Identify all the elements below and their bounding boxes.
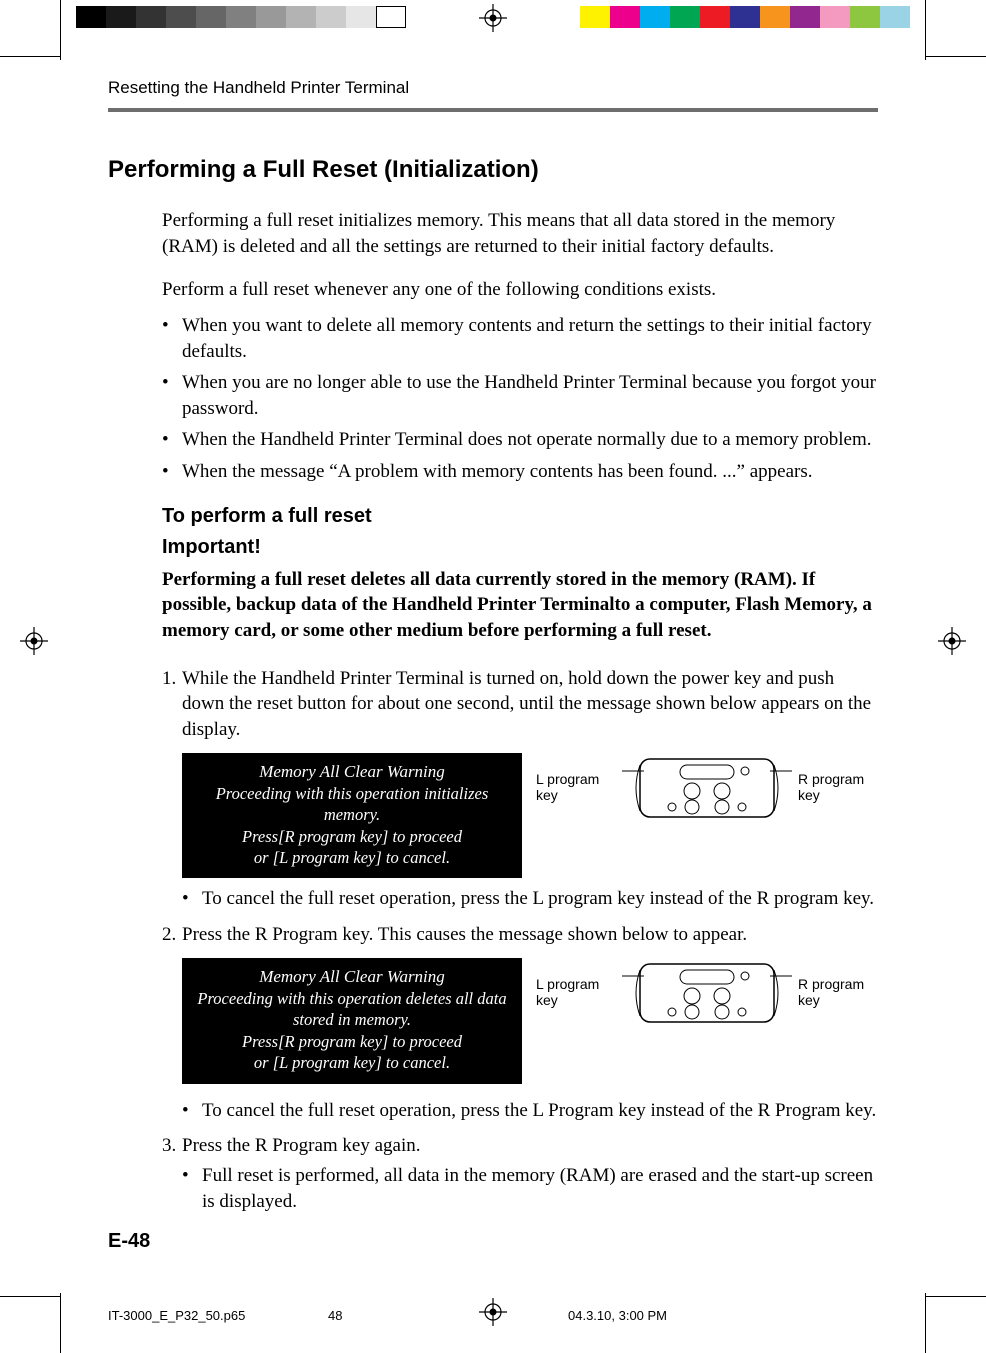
lcd-line: Proceeding with this operation deletes a… bbox=[188, 988, 516, 1009]
color-swatch bbox=[286, 6, 316, 28]
steps-list: While the Handheld Printer Terminal is t… bbox=[162, 666, 878, 1214]
keypad-callout: L program key bbox=[536, 753, 878, 823]
lcd-line: Proceeding with this operation initializ… bbox=[188, 783, 516, 826]
slug-filename: IT-3000_E_P32_50.p65 bbox=[108, 1308, 328, 1323]
list-item: When the Handheld Printer Terminal does … bbox=[162, 427, 878, 453]
keypad-icon bbox=[622, 958, 792, 1028]
figure-row-2: Memory All Clear Warning Proceeding with… bbox=[182, 958, 878, 1084]
print-slug: IT-3000_E_P32_50.p65 48 04.3.10, 3:00 PM bbox=[108, 1308, 878, 1323]
r-program-key-label: R program key bbox=[798, 977, 878, 1008]
color-swatch bbox=[316, 6, 346, 28]
step-text: Press the R Program key. This causes the… bbox=[182, 924, 747, 945]
step-2: Press the R Program key. This causes the… bbox=[162, 922, 878, 1123]
lcd-line: or [L program key] to cancel. bbox=[188, 847, 516, 868]
lcd-line: Memory All Clear Warning bbox=[188, 761, 516, 783]
step-note: To cancel the full reset operation, pres… bbox=[182, 1098, 878, 1124]
color-swatch bbox=[760, 6, 790, 28]
color-swatch bbox=[700, 6, 730, 28]
color-swatch bbox=[580, 6, 610, 28]
lcd-line: Press[R program key] to proceed bbox=[188, 826, 516, 847]
step-3: Press the R Program key again. Full rese… bbox=[162, 1133, 878, 1214]
step-text: While the Handheld Printer Terminal is t… bbox=[182, 668, 871, 740]
step-note: Full reset is performed, all data in the… bbox=[182, 1163, 878, 1214]
procedure-heading: To perform a full reset bbox=[162, 505, 878, 528]
color-swatch bbox=[790, 6, 820, 28]
l-program-key-label: L program key bbox=[536, 772, 616, 803]
lcd-line: stored in memory. bbox=[188, 1009, 516, 1030]
page-body: Resetting the Handheld Printer Terminal … bbox=[108, 78, 878, 1224]
color-swatch bbox=[136, 6, 166, 28]
color-swatch bbox=[376, 6, 406, 28]
registration-mark-icon bbox=[20, 627, 48, 655]
color-swatch bbox=[820, 6, 850, 28]
important-text: Performing a full reset deletes all data… bbox=[162, 567, 878, 644]
crop-mark-icon bbox=[0, 1296, 60, 1297]
crop-mark-icon bbox=[60, 0, 61, 60]
list-item: When the message “A problem with memory … bbox=[162, 459, 878, 485]
color-swatch bbox=[196, 6, 226, 28]
crop-mark-icon bbox=[926, 56, 986, 57]
lcd-line: or [L program key] to cancel. bbox=[188, 1052, 516, 1073]
slug-page: 48 bbox=[328, 1308, 568, 1323]
keypad-icon bbox=[622, 753, 792, 823]
crop-mark-icon bbox=[925, 1293, 926, 1353]
conditions-lead: Perform a full reset whenever any one of… bbox=[162, 277, 878, 303]
step-1: While the Handheld Printer Terminal is t… bbox=[162, 666, 878, 912]
r-program-key-label: R program key bbox=[798, 772, 878, 803]
registration-mark-icon bbox=[479, 4, 507, 32]
step-text: Press the R Program key again. bbox=[182, 1135, 421, 1156]
figure-row-1: Memory All Clear Warning Proceeding with… bbox=[182, 753, 878, 879]
color-swatch bbox=[166, 6, 196, 28]
color-swatch bbox=[610, 6, 640, 28]
color-swatch bbox=[256, 6, 286, 28]
crop-mark-icon bbox=[926, 1296, 986, 1297]
crop-mark-icon bbox=[925, 0, 926, 60]
registration-mark-icon bbox=[938, 627, 966, 655]
lcd-line: Press[R program key] to proceed bbox=[188, 1031, 516, 1052]
color-swatch bbox=[730, 6, 760, 28]
intro-paragraph: Performing a full reset initializes memo… bbox=[162, 208, 878, 259]
color-swatch bbox=[346, 6, 376, 28]
crop-mark-icon bbox=[0, 56, 60, 57]
list-item: When you are no longer able to use the H… bbox=[162, 370, 878, 421]
running-head: Resetting the Handheld Printer Terminal bbox=[108, 78, 878, 104]
color-swatch bbox=[880, 6, 910, 28]
color-swatch bbox=[640, 6, 670, 28]
list-item: When you want to delete all memory conte… bbox=[162, 313, 878, 364]
lcd-message-1: Memory All Clear Warning Proceeding with… bbox=[182, 753, 522, 879]
keypad-callout: L program key bbox=[536, 958, 878, 1028]
lcd-line: Memory All Clear Warning bbox=[188, 966, 516, 988]
important-label: Important! bbox=[162, 536, 878, 559]
section-title: Performing a Full Reset (Initialization) bbox=[108, 156, 878, 184]
slug-timestamp: 04.3.10, 3:00 PM bbox=[568, 1308, 667, 1323]
color-swatch bbox=[106, 6, 136, 28]
conditions-list: When you want to delete all memory conte… bbox=[162, 313, 878, 485]
color-swatch bbox=[670, 6, 700, 28]
l-program-key-label: L program key bbox=[536, 977, 616, 1008]
color-swatch bbox=[850, 6, 880, 28]
page-number: E-48 bbox=[108, 1230, 150, 1253]
step-note: To cancel the full reset operation, pres… bbox=[182, 886, 878, 912]
lcd-message-2: Memory All Clear Warning Proceeding with… bbox=[182, 958, 522, 1084]
crop-mark-icon bbox=[60, 1293, 61, 1353]
color-swatch bbox=[226, 6, 256, 28]
color-swatch bbox=[76, 6, 106, 28]
